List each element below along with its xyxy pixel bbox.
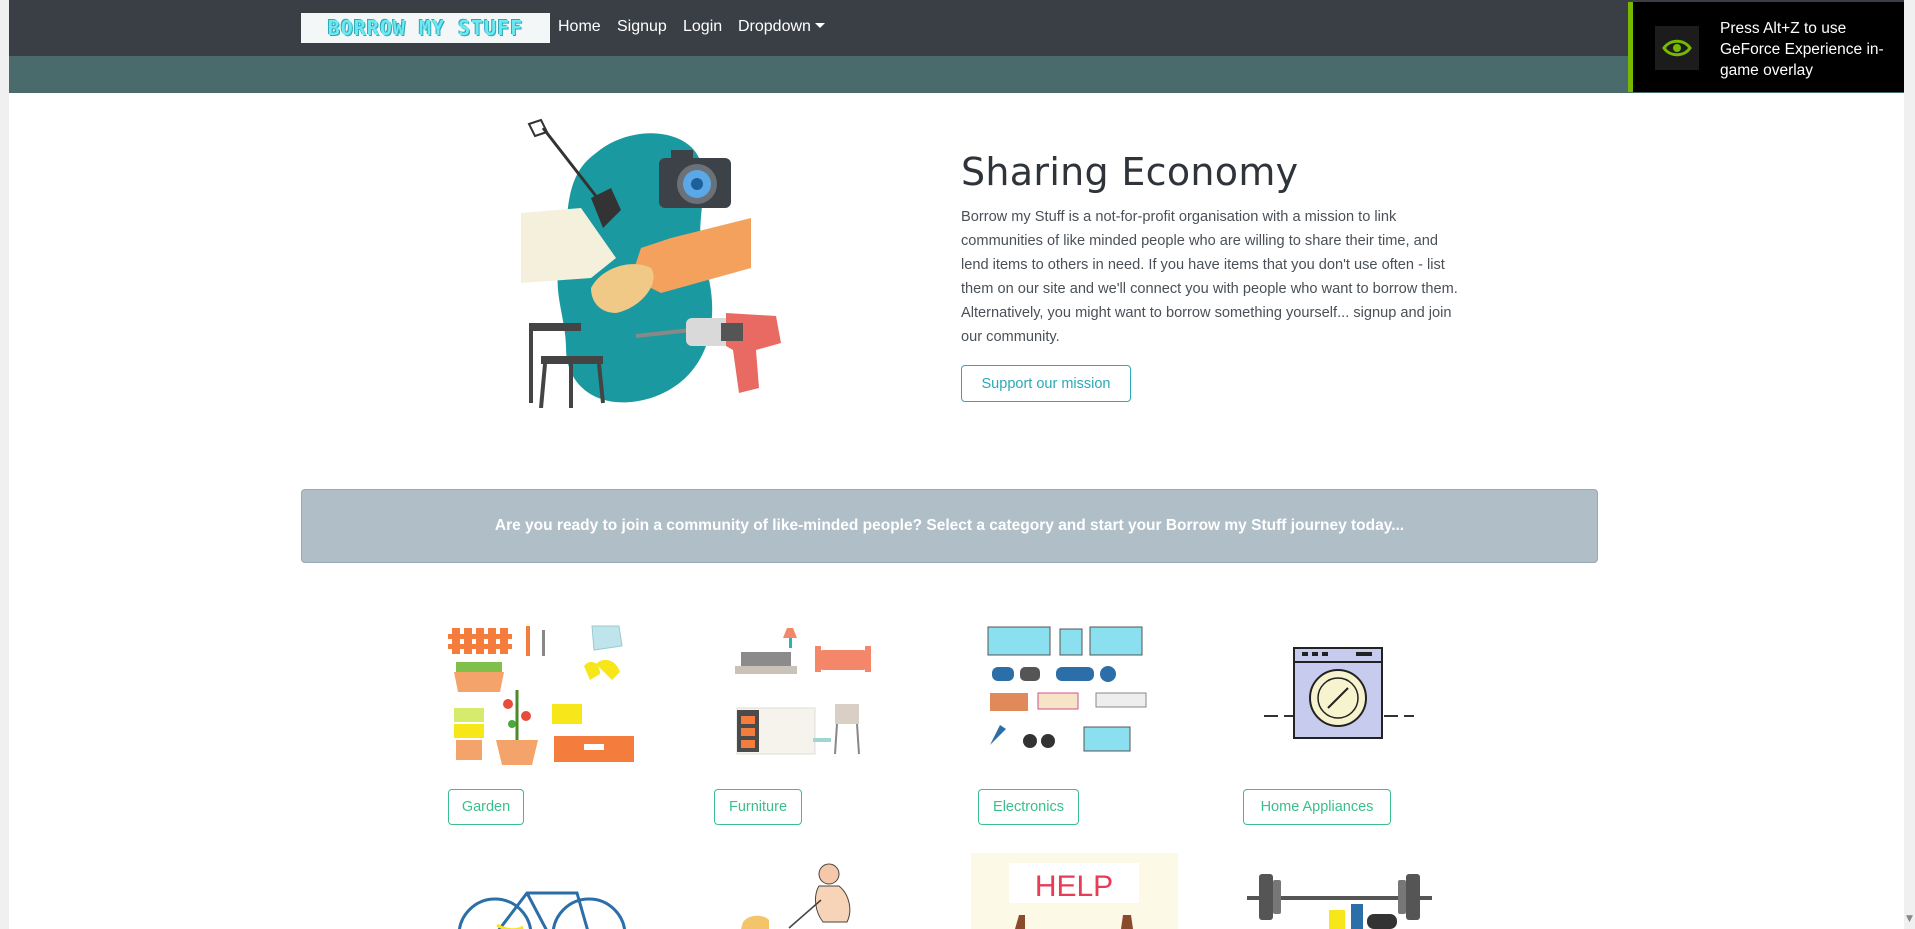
category-home-appliances-button[interactable]: Home Appliances (1243, 789, 1391, 825)
nav-home-link[interactable]: Home (558, 18, 601, 36)
nav-signup-link[interactable]: Signup (617, 18, 667, 36)
site-logo[interactable]: BORROW MY STUFF (301, 13, 550, 43)
call-to-action-banner: Are you ready to join a community of lik… (301, 489, 1598, 563)
mission-description: Borrow my Stuff is a not-for-profit orga… (961, 209, 1458, 345)
navbar: BORROW MY STUFF Home Signup Login Dropdo… (9, 0, 1904, 56)
nav-dropdown-label: Dropdown (738, 18, 811, 35)
overlay-message: Press Alt+Z to use GeForce Experience in… (1720, 20, 1884, 79)
help-sign-image: HELP (971, 853, 1178, 929)
nav-login-link[interactable]: Login (683, 18, 722, 36)
furniture-image (735, 628, 871, 755)
browser-viewport: BORROW MY STUFF Home Signup Login Dropdo… (9, 0, 1904, 929)
banner-text: Are you ready to join a community of lik… (494, 517, 1405, 534)
electronics-image (987, 626, 1147, 752)
barbell-image (1247, 874, 1432, 929)
washing-machine-image (1264, 647, 1414, 739)
sharing-illustration (521, 118, 781, 408)
support-mission-button[interactable]: Support our mission (961, 365, 1131, 402)
camera-icon (659, 150, 731, 208)
bicycle-image (457, 891, 627, 929)
chevron-down-icon (814, 23, 825, 28)
scroll-down-arrow-icon[interactable]: ▼ (1904, 913, 1915, 925)
person-walking-dog-image (741, 863, 851, 929)
nav-dropdown-toggle[interactable]: Dropdown (738, 18, 825, 36)
category-furniture-button[interactable]: Furniture (714, 789, 802, 825)
navbar-accent-strip (9, 56, 1904, 93)
category-garden-button[interactable]: Garden (448, 789, 524, 825)
help-sign-text: HELP (1035, 870, 1113, 903)
geforce-overlay-notification: Press Alt+Z to use GeForce Experience in… (1628, 2, 1904, 92)
page-title: Sharing Economy (961, 150, 1299, 194)
category-electronics-button[interactable]: Electronics (978, 789, 1079, 825)
garden-tools-image (448, 625, 634, 765)
nvidia-logo-icon (1655, 26, 1699, 70)
